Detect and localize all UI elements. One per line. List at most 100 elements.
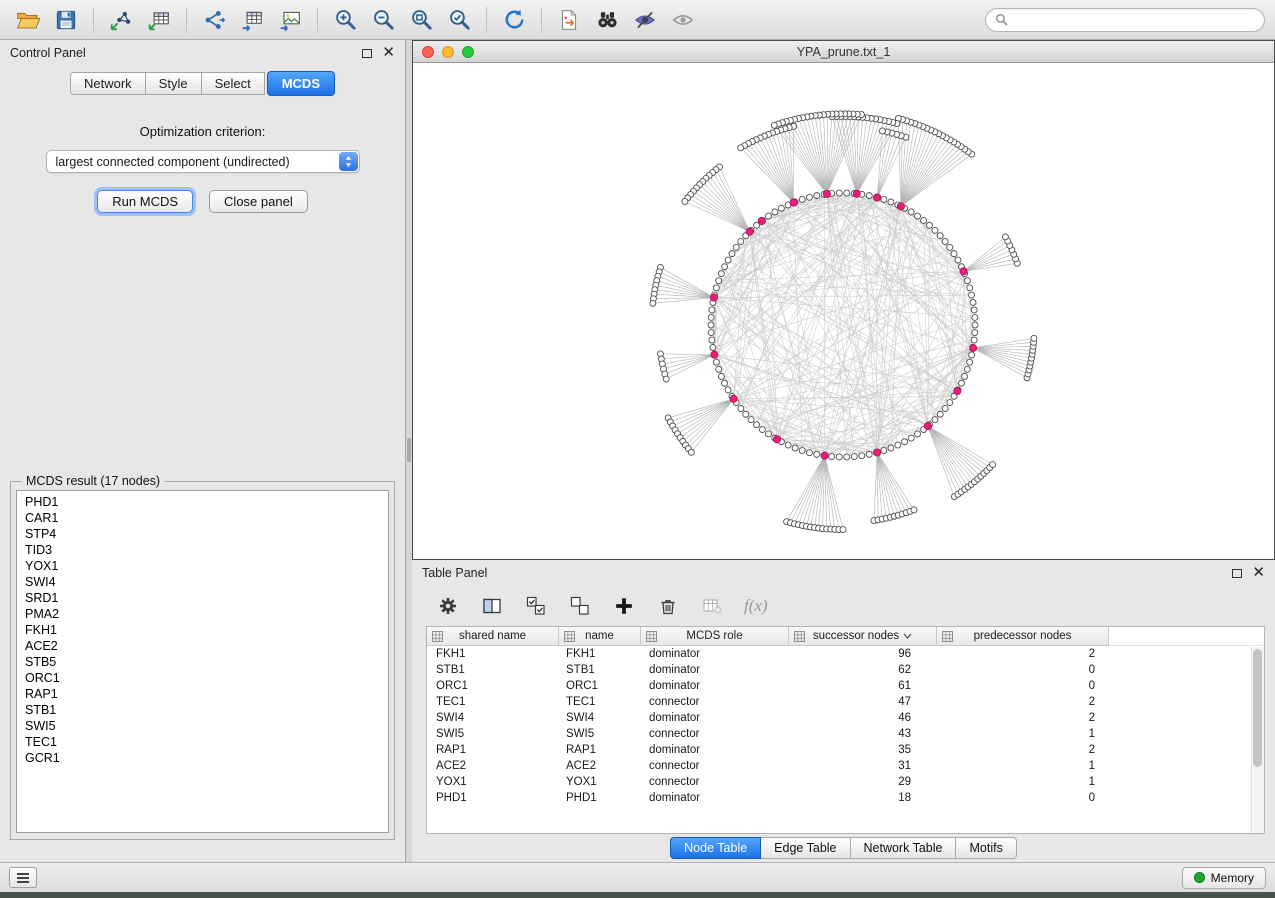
eye-icon [671, 8, 695, 32]
mcds-result-item[interactable]: TID3 [25, 542, 388, 558]
network-canvas[interactable] [413, 63, 1274, 559]
search-box[interactable] [985, 8, 1265, 32]
mcds-result-item[interactable]: FKH1 [25, 622, 388, 638]
optimization-criterion-label: Optimization criterion: [0, 124, 405, 139]
mcds-result-item[interactable]: STB1 [25, 702, 388, 718]
add-column-button[interactable] [612, 594, 636, 618]
refresh-layout-button[interactable] [496, 4, 532, 36]
export-network-button[interactable] [196, 4, 232, 36]
table-row[interactable]: STB1STB1dominator620 [427, 662, 1264, 678]
mcds-result-item[interactable]: ACE2 [25, 638, 388, 654]
column-header-shared-name[interactable]: shared name [427, 627, 559, 646]
tab-select[interactable]: Select [202, 72, 265, 95]
table-panel-header: Table Panel ✕ [412, 560, 1275, 586]
table-row[interactable]: FKH1FKH1dominator962 [427, 646, 1264, 662]
tab-network-table[interactable]: Network Table [851, 837, 957, 859]
search-network-button[interactable] [589, 4, 625, 36]
import-network-button[interactable] [103, 4, 139, 36]
window-maximize-icon[interactable] [462, 46, 474, 58]
cell: dominator [641, 792, 789, 804]
column-header-predecessor-nodes[interactable]: predecessor nodes [937, 627, 1109, 646]
mcds-result-item[interactable]: STB5 [25, 654, 388, 670]
export-network-icon [202, 8, 226, 32]
zoom-in-button[interactable] [327, 4, 363, 36]
float-panel-icon[interactable] [362, 49, 372, 58]
table-row[interactable]: RAP1RAP1dominator352 [427, 742, 1264, 758]
save-session-button[interactable] [48, 4, 84, 36]
column-header-successor-nodes[interactable]: successor nodes [789, 627, 937, 646]
delete-column-button[interactable] [656, 594, 680, 618]
float-table-panel-icon[interactable] [1232, 569, 1242, 578]
table-row[interactable]: PHD1PHD1dominator180 [427, 790, 1264, 806]
window-minimize-icon[interactable] [442, 46, 454, 58]
mcds-result-item[interactable]: SWI5 [25, 718, 388, 734]
select-all-button[interactable] [524, 594, 548, 618]
table-row[interactable]: SWI4SWI4dominator462 [427, 710, 1264, 726]
zoom-out-icon [371, 7, 396, 32]
export-table-button[interactable] [234, 4, 270, 36]
panel-splitter[interactable] [406, 40, 412, 862]
list-icon [16, 872, 30, 884]
close-panel-button[interactable]: Close panel [209, 190, 308, 213]
open-file-button[interactable] [10, 4, 46, 36]
mcds-result-item[interactable]: YOX1 [25, 558, 388, 574]
mcds-result-item[interactable]: PMA2 [25, 606, 388, 622]
column-header-MCDS-role[interactable]: MCDS role [641, 627, 789, 646]
export-image-button[interactable] [272, 4, 308, 36]
import-table-button[interactable] [141, 4, 177, 36]
mcds-result-item[interactable]: CAR1 [25, 510, 388, 526]
show-elements-button[interactable] [665, 4, 701, 36]
zoom-fit-button[interactable] [403, 4, 439, 36]
tab-mcds[interactable]: MCDS [267, 71, 335, 96]
close-table-panel-icon[interactable]: ✕ [1252, 568, 1265, 578]
cell: dominator [641, 648, 789, 660]
table-scrollbar[interactable] [1251, 647, 1264, 833]
tab-motifs[interactable]: Motifs [956, 837, 1016, 859]
hide-elements-button[interactable] [627, 4, 663, 36]
cell: 2 [937, 648, 1109, 660]
mcds-result-item[interactable]: STP4 [25, 526, 388, 542]
function-builder-button[interactable]: f(x) [744, 596, 768, 616]
tab-style[interactable]: Style [146, 72, 202, 95]
zoom-selected-button[interactable] [441, 4, 477, 36]
mcds-result-item[interactable]: PHD1 [25, 494, 388, 510]
mcds-result-item[interactable]: GCR1 [25, 750, 388, 766]
tab-node-table[interactable]: Node Table [670, 837, 761, 859]
scrollbar-thumb[interactable] [1253, 649, 1262, 767]
mcds-result-item[interactable]: RAP1 [25, 686, 388, 702]
table-row[interactable]: ORC1ORC1dominator610 [427, 678, 1264, 694]
table-row[interactable]: SWI5SWI5connector431 [427, 726, 1264, 742]
network-graph[interactable] [413, 63, 1274, 559]
main-area: Control Panel ✕ NetworkStyleSelectMCDS O… [0, 40, 1275, 862]
manage-columns-button[interactable] [480, 594, 504, 618]
window-close-icon[interactable] [422, 46, 434, 58]
zoom-out-button[interactable] [365, 4, 401, 36]
share-document-button[interactable] [551, 4, 587, 36]
zoom-fit-icon [409, 7, 434, 32]
tab-network[interactable]: Network [70, 72, 146, 95]
table-row[interactable]: YOX1YOX1connector291 [427, 774, 1264, 790]
table-settings-button[interactable] [436, 594, 460, 618]
cell: 35 [789, 744, 937, 756]
mcds-result-item[interactable]: SWI4 [25, 574, 388, 590]
trash-icon [657, 595, 679, 617]
cell: FKH1 [427, 648, 559, 660]
mcds-result-item[interactable]: SRD1 [25, 590, 388, 606]
close-panel-icon[interactable]: ✕ [382, 48, 395, 58]
panel-menu-button[interactable] [9, 867, 37, 888]
unselect-all-button[interactable] [568, 594, 592, 618]
column-header-name[interactable]: name [559, 627, 641, 646]
tab-edge-table[interactable]: Edge Table [761, 837, 850, 859]
run-mcds-button[interactable]: Run MCDS [97, 190, 193, 213]
table-row[interactable]: ACE2ACE2connector311 [427, 758, 1264, 774]
mcds-result-item[interactable]: TEC1 [25, 734, 388, 750]
memory-button[interactable]: Memory [1182, 867, 1266, 889]
search-input[interactable] [1014, 13, 1255, 27]
table-row[interactable]: TEC1TEC1connector472 [427, 694, 1264, 710]
toolbar-separator [186, 7, 187, 33]
mcds-result-item[interactable]: ORC1 [25, 670, 388, 686]
zoom-selected-icon [447, 7, 472, 32]
delete-table-button[interactable] [700, 594, 724, 618]
column-header-label: successor nodes [813, 630, 899, 642]
criterion-dropdown[interactable]: largest connected component (undirected) [46, 150, 360, 173]
